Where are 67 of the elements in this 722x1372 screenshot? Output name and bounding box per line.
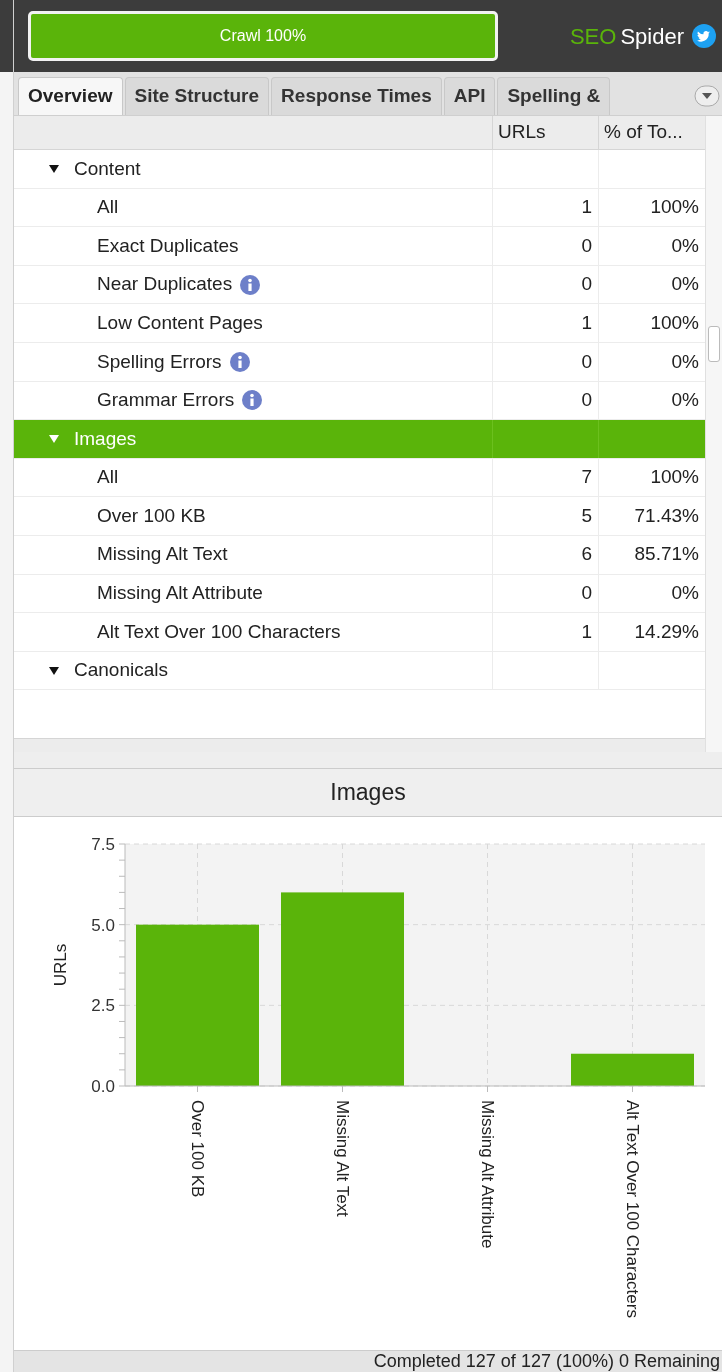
tree-row[interactable]: Canonicals (14, 651, 705, 691)
table-cell: 1 (492, 304, 598, 342)
progress-label: Crawl 100% (218, 26, 308, 46)
table-row[interactable]: Missing Alt Text 6 85.71% (14, 535, 705, 575)
table-row[interactable]: Missing Alt Attribute 0 0% (14, 574, 705, 614)
column-header[interactable]: URLs (492, 116, 598, 149)
dropdown-icon[interactable] (694, 85, 720, 107)
table-cell: 1 (492, 613, 598, 651)
tab[interactable]: Response Times (271, 77, 442, 115)
caret-down-icon[interactable] (48, 163, 60, 174)
x-tick-label: Missing Alt Text (332, 1100, 352, 1217)
horizontal-scrollbar[interactable] (14, 738, 705, 752)
table-row[interactable]: All 1 100% (14, 188, 705, 228)
row-label: Grammar Errors (97, 388, 235, 413)
x-tick-label: Alt Text Over 100 Characters (622, 1100, 642, 1318)
tab[interactable]: Overview (18, 77, 123, 115)
row-label: All (97, 465, 119, 490)
scrollbar[interactable] (705, 116, 722, 752)
table-cell: 0 (492, 342, 598, 381)
info-icon[interactable] (240, 274, 261, 295)
caret-down-icon[interactable] (48, 665, 60, 676)
table-cell: 7 (492, 458, 598, 497)
table-cell: 0 (492, 227, 598, 265)
row-label: Over 100 KB (97, 503, 206, 528)
info-icon[interactable] (242, 390, 263, 411)
group-label: Content (74, 156, 141, 181)
y-axis-label: URLs (51, 943, 70, 987)
brand-accent: SEO (569, 22, 617, 51)
tree-row[interactable]: Content (14, 150, 705, 189)
table-row[interactable]: Low Content Pages 1 100% (14, 304, 705, 343)
table-cell: 6 (492, 535, 598, 574)
group-label: Images (74, 426, 137, 451)
table-row[interactable]: Over 100 KB 5 71.43% (14, 497, 705, 536)
y-tick-label: 0.0 (91, 1077, 115, 1096)
row-label: Missing Alt Text (97, 542, 228, 567)
table-cell: 0 (492, 574, 598, 613)
panel-title: Images (14, 769, 722, 817)
row-label: Spelling Errors (97, 349, 222, 374)
group-label: Canonicals (74, 658, 168, 683)
table-row[interactable]: All 7 100% (14, 458, 705, 498)
row-label: Alt Text Over 100 Characters (97, 619, 341, 644)
bird-icon[interactable] (692, 24, 716, 48)
table-row[interactable]: Grammar Errors 0 0% (14, 381, 705, 421)
table-cell: 0 (492, 381, 598, 420)
x-tick-label: Over 100 KB (187, 1100, 207, 1198)
table-row[interactable]: Spelling Errors 0 0% (14, 342, 705, 382)
row-label: Missing Alt Attribute (97, 581, 263, 606)
y-tick-label: 2.5 (91, 996, 115, 1016)
row-label: Low Content Pages (97, 310, 263, 335)
table-cell: 5 (492, 497, 598, 535)
x-tick-label: Missing Alt Attribute (477, 1100, 497, 1249)
row-label: Exact Duplicates (97, 233, 239, 258)
table-row[interactable]: Alt Text Over 100 Characters 1 14.29% (14, 613, 705, 652)
y-tick-label: 5.0 (91, 915, 115, 935)
table-row[interactable]: Exact Duplicates 0 0% (14, 227, 705, 266)
tab[interactable]: Site Structure (124, 77, 270, 115)
brand-name: Spider (620, 22, 684, 51)
status-bar: Completed 127 of 127 (100%) 0 Remaining (14, 1350, 722, 1372)
table-cell: 0 (492, 265, 598, 304)
table-row[interactable]: Near Duplicates 0 0% (14, 265, 705, 305)
info-icon[interactable] (229, 351, 250, 372)
y-tick-label: 7.5 (91, 835, 115, 854)
table-cell: 1 (492, 188, 598, 227)
tab[interactable]: Spelling & (497, 77, 611, 115)
tab[interactable]: API (443, 77, 496, 115)
row-label: All (97, 195, 119, 220)
row-label: Near Duplicates (97, 272, 233, 297)
